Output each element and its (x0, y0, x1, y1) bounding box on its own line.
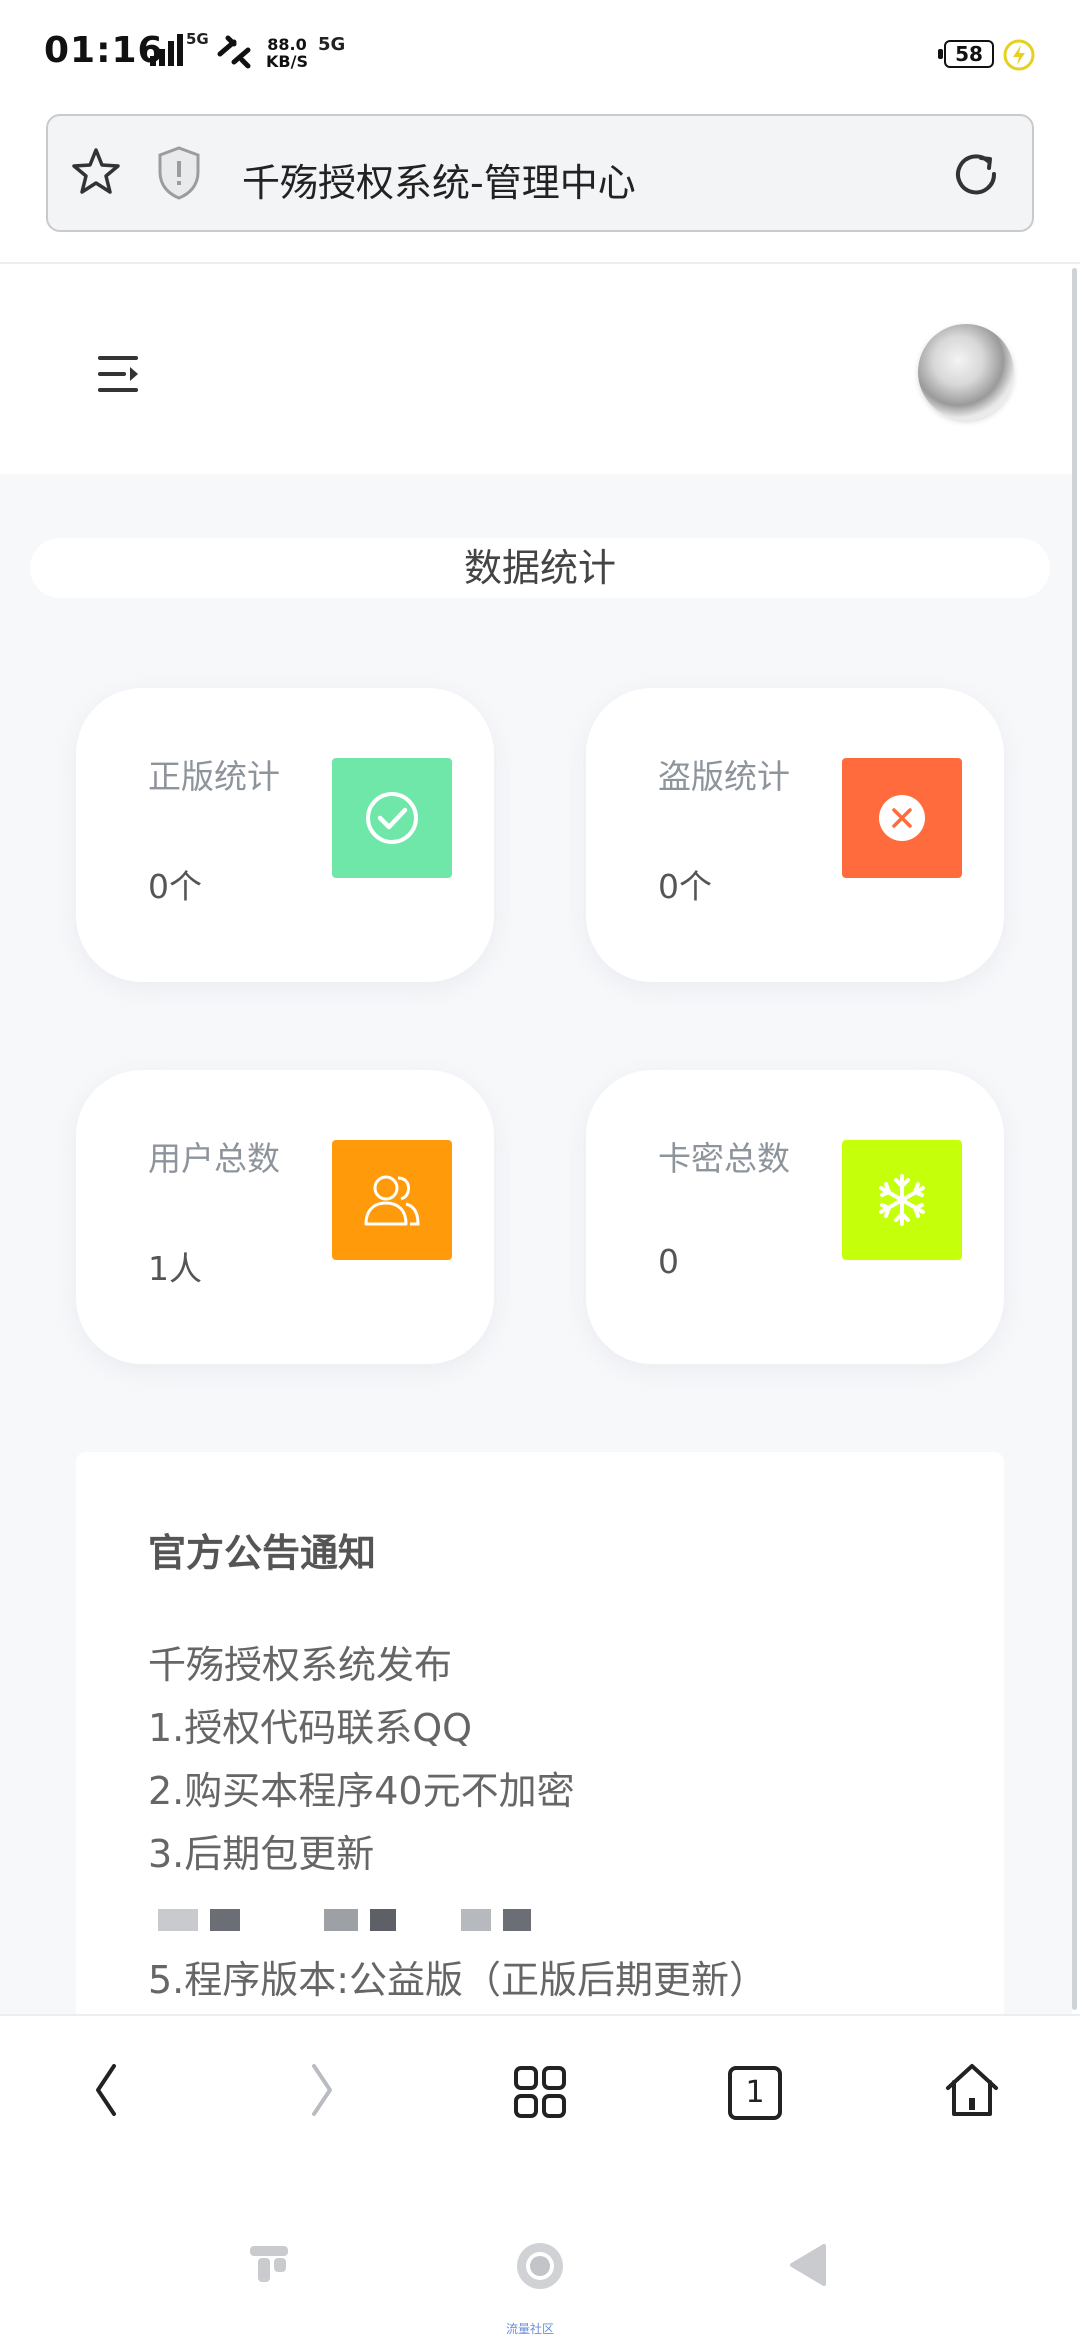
back-icon[interactable] (86, 2058, 126, 2122)
stat-value: 0个 (148, 867, 202, 906)
status-bar: 01:16 5G 88.0 KB/S 5G 58 (0, 0, 1080, 108)
notice-line-redacted (148, 1886, 767, 1949)
stat-card-cardkeys: 卡密总数 0 (586, 1070, 1004, 1364)
system-nav-bar: 流量社区 (0, 2184, 1080, 2340)
stat-card-pirated: 盗版统计 0个 (586, 688, 1004, 982)
star-icon[interactable] (68, 144, 124, 200)
reload-icon[interactable] (948, 146, 1004, 202)
forward-icon[interactable] (302, 2058, 342, 2122)
stat-icon-box (332, 758, 452, 878)
notice-panel: 官方公告通知 千殇授权系统发布 1.授权代码联系QQ 2.购买本程序40元不加密… (76, 1452, 1004, 2052)
app-header (0, 264, 1072, 474)
grid-menu-icon[interactable] (512, 2064, 568, 2120)
address-bar[interactable]: 千殇授权系统-管理中心 (46, 114, 1034, 232)
app-logo-icon[interactable] (246, 2240, 292, 2286)
tabs-button[interactable]: 1 (728, 2066, 782, 2120)
data-arrows-icon (217, 35, 251, 69)
notice-line: 1.授权代码联系QQ (148, 1706, 473, 1750)
check-circle-icon (366, 792, 418, 844)
notice-title: 官方公告通知 (148, 1531, 377, 1575)
battery-icon: 58 (938, 40, 994, 68)
back-triangle-icon[interactable] (784, 2240, 834, 2290)
stat-label: 用户总数 (148, 1139, 280, 1178)
net-speed-unit: KB/S (266, 52, 308, 71)
net-speed: 88.0 KB/S (266, 36, 308, 70)
stat-value: 0 (658, 1242, 679, 1281)
signal-label: 5G (186, 30, 209, 48)
home-circle-icon[interactable] (514, 2240, 566, 2292)
notice-line: 2.购买本程序40元不加密 (148, 1769, 575, 1813)
menu-toggle-icon[interactable] (96, 352, 144, 396)
users-icon (364, 1175, 420, 1226)
snowflake-icon (879, 1174, 925, 1226)
home-icon[interactable] (942, 2060, 1002, 2120)
avatar[interactable] (918, 324, 1014, 420)
main-content: 数据统计 正版统计 0个 盗版统计 0个 用户总数 1人 卡密总数 0 官方公告… (0, 474, 1072, 2052)
shield-icon[interactable] (154, 144, 204, 202)
stat-icon-box (842, 1140, 962, 1260)
stat-label: 卡密总数 (658, 1139, 790, 1178)
status-time: 01:16 (44, 30, 164, 71)
stat-value: 0个 (658, 867, 712, 906)
stat-label: 正版统计 (148, 757, 280, 796)
notice-line: 3.后期包更新 (148, 1832, 375, 1876)
section-title: 数据统计 (30, 538, 1050, 598)
charging-icon (1003, 39, 1035, 71)
stat-card-users: 用户总数 1人 (76, 1070, 494, 1364)
network-badge: 5G (318, 34, 346, 55)
page-title[interactable]: 千殇授权系统-管理中心 (242, 152, 636, 207)
net-speed-value: 88.0 (267, 35, 307, 54)
notice-line: 5.程序版本:公益版（正版后期更新） (148, 1958, 768, 2002)
scrollbar[interactable] (1072, 268, 1077, 2010)
stat-label: 盗版统计 (658, 757, 790, 796)
notice-line: 千殇授权系统发布 (148, 1643, 453, 1687)
system-caption: 流量社区 (506, 2322, 555, 2336)
browser-bottom-bar: 1 (0, 2014, 1080, 2184)
stat-card-genuine: 正版统计 0个 (76, 688, 494, 982)
close-circle-icon (879, 795, 925, 841)
stat-value: 1人 (148, 1249, 202, 1288)
notice-body: 千殇授权系统发布 1.授权代码联系QQ 2.购买本程序40元不加密 3.后期包更… (148, 1634, 767, 2012)
stat-icon-box (332, 1140, 452, 1260)
stat-icon-box (842, 758, 962, 878)
